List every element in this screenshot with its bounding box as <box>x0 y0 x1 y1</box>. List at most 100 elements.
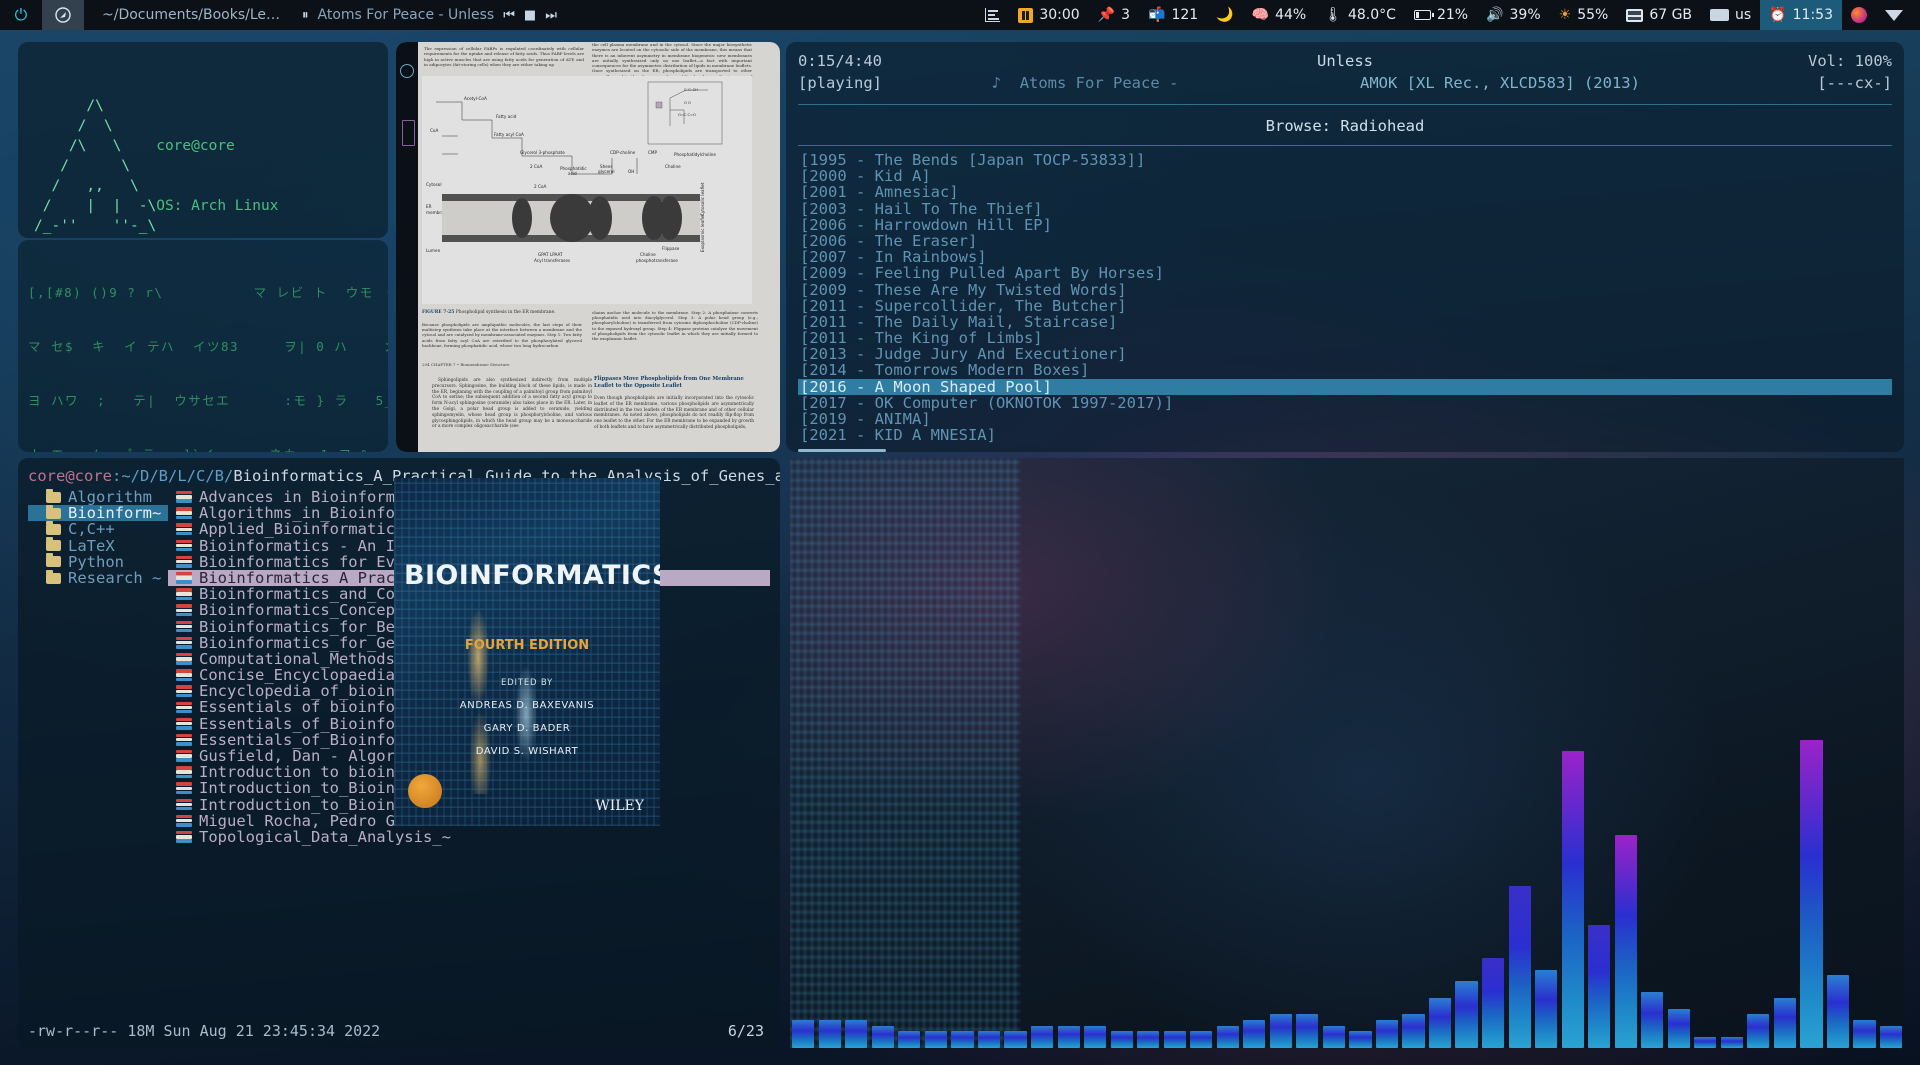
temperature-module[interactable]: 🌡 48.0°C <box>1315 0 1405 30</box>
file-label: Topological_Data_Analysis_~ <box>199 827 451 846</box>
next-icon[interactable]: ⏭ <box>545 8 557 23</box>
album-list-item[interactable]: [2006 - Harrowdown Hill EP] <box>798 217 1892 233</box>
music-controls[interactable]: ⏸ Atoms For Peace - Unless ⏮ ■ ⏭ <box>302 7 557 23</box>
album-list-item[interactable]: [2021 - KID A MNESIA] <box>798 427 1892 443</box>
folder-row[interactable]: LaTeX <box>28 537 168 554</box>
spectrum-bar <box>1641 992 1664 1048</box>
folder-column[interactable]: Algorithm Bioinform~ C,C++ LaTeX Python Resea… <box>28 488 168 845</box>
audio-visualizer <box>790 458 1904 1048</box>
temperature-label: 48.0°C <box>1347 7 1396 23</box>
spectrum-bar <box>1879 1025 1903 1048</box>
folder-label: Algorithm <box>68 488 152 506</box>
folder-row[interactable]: Research ~ <box>28 569 168 586</box>
spectrum-bar <box>1588 924 1611 1048</box>
battery-module[interactable]: 21% <box>1405 0 1477 30</box>
pdf-tool-circle-icon[interactable] <box>400 64 414 78</box>
spectrum-bar <box>1614 835 1637 1048</box>
pause-icon[interactable]: ⏸ <box>302 8 309 23</box>
matrix-rain-terminal[interactable]: [,[#8) ()9 ? r\ マ レビ ト ウモ ・ 4 ´ イ- マ セ$ … <box>18 240 388 452</box>
spectrum-bar <box>1800 740 1823 1048</box>
folder-icon <box>46 520 61 535</box>
spectrum-bar <box>1137 1031 1160 1048</box>
cover-author: GARY D. BADER <box>483 723 571 734</box>
books-icon <box>176 620 192 633</box>
brightness-module[interactable]: ☀ 55% <box>1550 0 1618 30</box>
folder-label: C,C++ <box>68 520 115 539</box>
pdf-tool-rect-icon[interactable] <box>402 120 416 146</box>
album-list-item[interactable]: [2011 - Supercollider, The Butcher] <box>798 297 1892 313</box>
pause-square-icon <box>1018 7 1034 23</box>
svg-text:Flippase: Flippase <box>662 246 680 251</box>
svg-text:Acyl transferases: Acyl transferases <box>534 258 570 263</box>
mail-module[interactable]: 📬 121 <box>1139 0 1207 30</box>
folder-row[interactable]: Algorithm <box>28 488 168 506</box>
power-icon[interactable]: ⏻ <box>0 0 42 30</box>
album-list-item[interactable]: [2006 - The Eraser] <box>798 233 1892 249</box>
pomodoro-module[interactable]: 30:00 <box>1009 0 1088 30</box>
music-player[interactable]: 0:15/4:40 Unless Vol: 100% [playing] ♪ A… <box>786 42 1904 452</box>
pomodoro-label: 30:00 <box>1039 7 1080 23</box>
folder-row[interactable]: C,C++ <box>28 520 168 539</box>
album-list-item[interactable]: [2007 - In Rainbows] <box>798 249 1892 265</box>
dna-helix-graphic <box>442 604 562 794</box>
neofetch-terminal[interactable]: /\ / \ /\ \ / \ / ,, \ / | | -\ /_-'' ''… <box>18 42 388 238</box>
wifi-module[interactable] <box>1876 0 1912 30</box>
equalizer-module[interactable] <box>976 0 1009 30</box>
workspace-indicator[interactable] <box>42 0 84 30</box>
album-list-item[interactable]: [2014 - Tomorrows Modern Boxes] <box>798 362 1892 378</box>
spectrum-bar <box>1216 1025 1239 1048</box>
svg-text:ER: ER <box>426 204 432 209</box>
pdf-body-left-top: The expression of cellular FABPs is regu… <box>424 46 584 67</box>
spectrum-bar <box>1535 969 1558 1048</box>
svg-text:CMP: CMP <box>648 150 658 155</box>
pdf-viewer[interactable]: The expression of cellular FABPs is regu… <box>396 42 780 452</box>
night-module[interactable]: 🌙 <box>1207 0 1242 30</box>
spectrum-bar <box>1057 1025 1080 1048</box>
album-list-item[interactable]: [2019 - ANIMA] <box>798 411 1892 427</box>
divider-bottom <box>798 145 1892 146</box>
album-list-item[interactable]: [2009 - These Are My Twisted Words] <box>798 281 1892 297</box>
pdf-sidebar[interactable] <box>396 42 418 452</box>
svg-text:Fatty acid: Fatty acid <box>496 114 517 119</box>
volume-module[interactable]: 🔊 39% <box>1477 0 1550 30</box>
folder-icon <box>46 504 61 519</box>
album-list-item[interactable]: [2011 - The King of Limbs] <box>798 330 1892 346</box>
player-modes: [---cx-] <box>1817 74 1892 92</box>
album-list[interactable]: [1995 - The Bends [Japan TOCP-53833]] [20… <box>798 152 1892 443</box>
keyboard-module[interactable]: us <box>1701 0 1760 30</box>
album-list-item[interactable]: [2009 - Feeling Pulled Apart By Horses] <box>798 265 1892 281</box>
matrix-line: マ セ$ キ イ テハ イツ83 ヲ| 0 ハ カ ロ - <box>28 339 388 354</box>
progress-bar[interactable] <box>798 449 886 452</box>
clock-module[interactable]: ⏰ 11:53 <box>1760 0 1842 30</box>
pinned-module[interactable]: 📌 3 <box>1089 0 1139 30</box>
volume-readout: Vol: 100% <box>1808 52 1892 70</box>
stop-icon[interactable]: ■ <box>524 8 536 23</box>
disk-module[interactable]: 67 GB <box>1617 0 1701 30</box>
pdf-page: The expression of cellular FABPs is regu… <box>396 42 780 452</box>
cover-edited-by: EDITED BY <box>501 678 553 688</box>
spectrum-bar <box>898 1031 921 1048</box>
album-list-item[interactable]: [2017 - OK Computer (OKNOTOK 1997-2017)] <box>798 395 1892 411</box>
os-line: OS: Arch Linux <box>156 198 279 214</box>
album-list-item[interactable]: [2011 - The Daily Mail, Staircase] <box>798 314 1892 330</box>
album-list-item[interactable]: [1995 - The Bends [Japan TOCP-53833]] <box>798 152 1892 168</box>
album-list-item[interactable]: [2016 - A Moon Shaped Pool] <box>798 378 1892 395</box>
album-list-item[interactable]: [2000 - Kid A] <box>798 168 1892 184</box>
spectrum-bar <box>924 1031 947 1048</box>
firefox-module[interactable] <box>1842 0 1876 30</box>
svg-text:Lumen: Lumen <box>426 248 441 253</box>
album-list-item[interactable]: [2001 - Amnesiac] <box>798 184 1892 200</box>
spectrum-bar <box>1402 1014 1425 1048</box>
folder-row[interactable]: Python <box>28 553 168 570</box>
books-icon <box>176 491 192 503</box>
spectrum-bar <box>1826 975 1850 1048</box>
file-status-line: -rw-r--r-- 18M Sun Aug 21 23:45:34 2022 <box>28 1022 381 1040</box>
figure-caption: Phospholipid synthesis in the ER membran… <box>455 310 556 315</box>
folder-row[interactable]: Bioinform~ <box>28 504 168 521</box>
album-list-item[interactable]: [2003 - Hail To The Thief] <box>798 200 1892 216</box>
album-list-item[interactable]: [2013 - Judge Jury And Executioner] <box>798 346 1892 362</box>
memory-module[interactable]: 🧠 44% <box>1243 0 1316 30</box>
file-row[interactable]: Topological_Data_Analysis_~ <box>168 829 770 845</box>
books-icon <box>176 701 192 714</box>
prev-icon[interactable]: ⏮ <box>503 8 515 23</box>
